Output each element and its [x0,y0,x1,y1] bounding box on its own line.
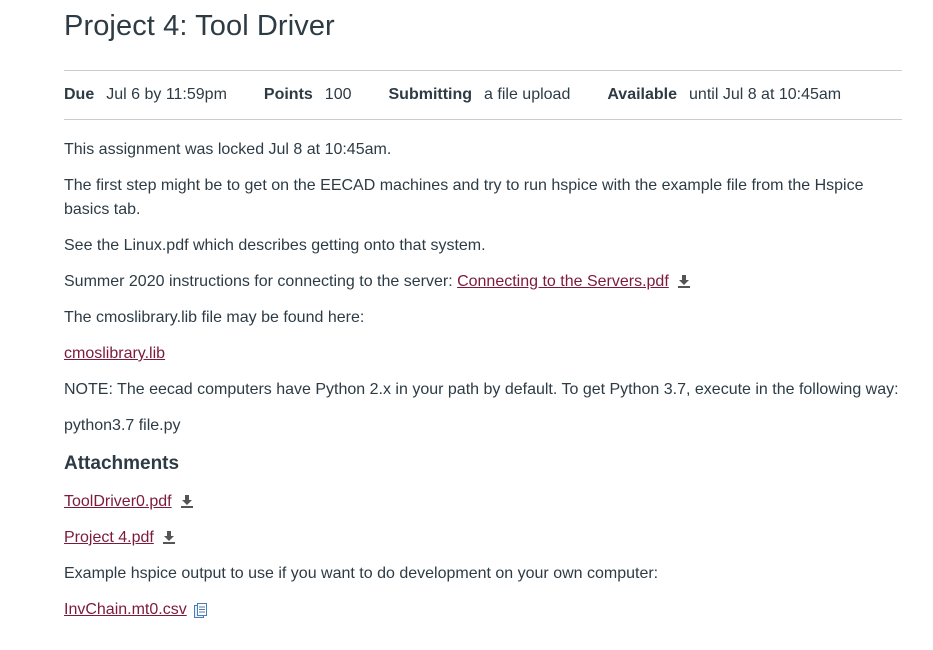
example-file-row: InvChain.mt0.csv [64,598,902,622]
assignment-description: This assignment was locked Jul 8 at 10:4… [64,138,902,622]
locked-notice: This assignment was locked Jul 8 at 10:4… [64,141,392,158]
detail-due: Due Jul 6 by 11:59pm [64,86,227,104]
download-icon[interactable] [180,492,194,508]
cmoslibrary-link[interactable]: cmoslibrary.lib [64,345,165,362]
detail-available-value: until Jul 8 at 10:45am [689,86,842,103]
detail-points: Points 100 [264,86,352,104]
detail-available-label: Available [607,86,678,103]
assignment-details-bar: Due Jul 6 by 11:59pm Points 100 Submitti… [64,70,902,120]
detail-submitting-value: a file upload [484,86,571,103]
detail-points-value: 100 [324,86,352,103]
linux-pdf-text: See the Linux.pdf which describes gettin… [64,237,486,254]
cmos-text: The cmoslibrary.lib file may be found he… [64,309,365,326]
cmos-link-row: cmoslibrary.lib [64,342,902,366]
attachment-row: Project 4.pdf [64,526,902,550]
summer-instructions: Summer 2020 instructions for connecting … [64,270,902,294]
download-icon[interactable] [677,272,691,288]
python-note: NOTE: The eecad computers have Python 2.… [64,381,899,398]
python-command: python3.7 file.py [64,417,181,434]
example-output-text: Example hspice output to use if you want… [64,565,659,582]
detail-due-value: Jul 6 by 11:59pm [106,86,227,103]
attachment-row: ToolDriver0.pdf [64,490,902,514]
detail-available: Available until Jul 8 at 10:45am [607,86,841,104]
project4-pdf-link[interactable]: Project 4.pdf [64,529,154,546]
page-title: Project 4: Tool Driver [64,10,335,42]
detail-due-label: Due [64,86,95,103]
detail-points-label: Points [263,86,313,103]
download-icon[interactable] [162,528,176,544]
attachments-heading: Attachments [64,453,180,474]
tooldriver-pdf-link[interactable]: ToolDriver0.pdf [64,493,172,510]
detail-submitting-label: Submitting [388,86,473,103]
file-preview-icon[interactable] [193,602,207,618]
first-step-text: The first step might be to get on the EE… [64,177,864,218]
summer-instructions-text: Summer 2020 instructions for connecting … [64,273,458,290]
connecting-servers-link[interactable]: Connecting to the Servers.pdf [457,273,669,290]
detail-submitting: Submitting a file upload [389,86,571,104]
invchain-csv-link[interactable]: InvChain.mt0.csv [64,601,187,618]
